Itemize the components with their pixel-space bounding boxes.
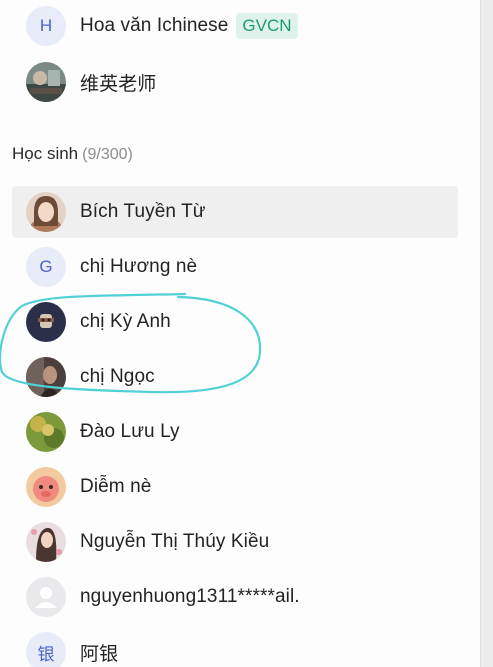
photo-avatar [26,192,66,232]
member-name: Nguyễn Thị Thúy Kiều [80,531,270,552]
scrollbar-track[interactable] [480,0,493,667]
member-row-student-dao-luu-ly[interactable]: Đào Lưu Ly [12,406,458,458]
member-list-panel: H Hoa văn Ichinese GVCN 维英老师 Học sinh (9/… [0,0,493,667]
students-section-header: Học sinh (9/300) [12,144,133,164]
avatar-letter: G [39,257,53,276]
member-name: chị Kỳ Anh [80,311,171,332]
member-name: nguyenhuong1311*****ail. [80,586,300,607]
homeroom-teacher-badge: GVCN [236,13,298,39]
person-icon [26,577,66,617]
section-title: Học sinh [12,144,79,163]
member-row-student-diem[interactable]: Diễm nè [12,461,458,513]
avatar-photo [26,62,66,102]
photo-avatar [26,467,66,507]
avatar-photo [26,357,66,397]
avatar-photo [26,302,66,342]
member-row-student-bich-tuyen[interactable]: Bích Tuyền Từ [12,186,458,238]
member-name: chị Ngọc [80,366,155,387]
avatar-photo [26,412,66,452]
avatar-photo [26,192,66,232]
member-row-student-a-yin[interactable]: 银 阿银 [12,626,458,667]
member-row-student-ky-anh[interactable]: chị Kỳ Anh [12,296,458,348]
photo-avatar [26,522,66,562]
photo-avatar [26,62,66,102]
member-row-teacher-wei-ying[interactable]: 维英老师 [12,56,458,108]
member-row-student-nguyenhuong[interactable]: nguyenhuong1311*****ail. [12,571,458,623]
photo-avatar [26,357,66,397]
photo-avatar [26,412,66,452]
member-name: 维英老师 [80,73,157,95]
member-name: Hoa văn Ichinese [80,15,229,36]
letter-avatar: 银 [26,632,66,667]
member-row-student-huong[interactable]: G chị Hương nè [12,241,458,293]
avatar-photo [26,467,66,507]
avatar-letter: H [39,16,53,35]
avatar-photo [26,522,66,562]
member-row-student-thuy-kieu[interactable]: Nguyễn Thị Thúy Kiều [12,516,458,568]
photo-avatar [26,302,66,342]
member-row-student-ngoc[interactable]: chị Ngọc [12,351,458,403]
member-name: 阿银 [80,643,119,665]
default-avatar-glyph [35,587,57,608]
letter-avatar: H [26,6,66,46]
avatar-letter: 银 [37,644,55,664]
member-name: chị Hương nè [80,256,198,277]
letter-avatar: G [26,247,66,287]
member-row-teacher-hoa-van[interactable]: H Hoa văn Ichinese GVCN [12,0,458,52]
member-name: Đào Lưu Ly [80,421,180,442]
member-name: Diễm nè [80,476,152,497]
member-name: Bích Tuyền Từ [80,201,206,222]
section-count: (9/300) [82,146,133,163]
